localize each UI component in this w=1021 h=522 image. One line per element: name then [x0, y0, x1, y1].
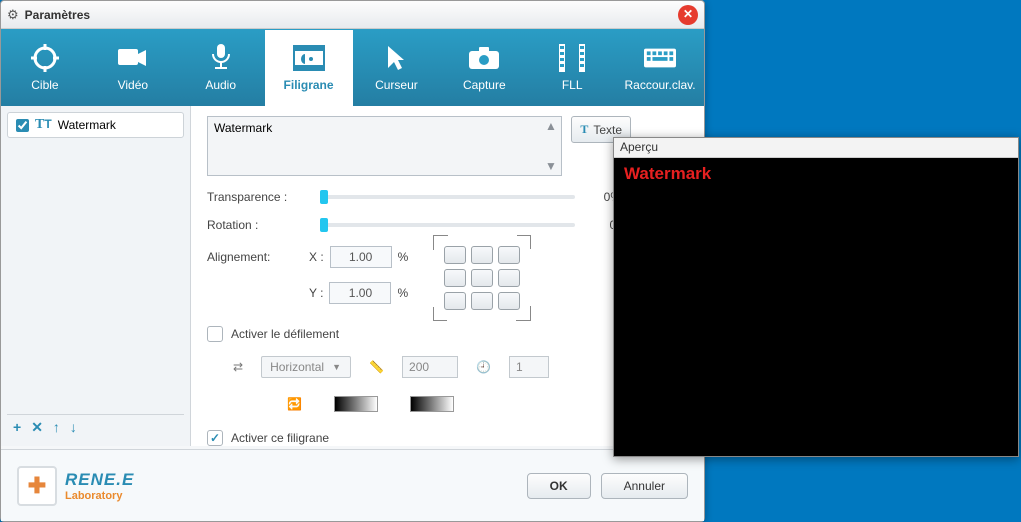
gear-icon: ⚙ [7, 7, 19, 23]
close-button[interactable]: ✕ [678, 5, 698, 25]
textarea-scroll[interactable]: ▲▼ [545, 119, 559, 173]
sidebar-item-label: Watermark [58, 118, 116, 132]
gradient-swatch [410, 396, 454, 412]
scroll-enable-checkbox[interactable] [207, 326, 223, 342]
align-mc[interactable] [471, 269, 493, 287]
watermark-text-input[interactable]: Watermark ▲▼ [207, 116, 562, 176]
direction-icon: ⇄ [233, 360, 243, 374]
align-bc[interactable] [471, 292, 493, 310]
cursor-icon [380, 44, 412, 72]
align-tl[interactable] [444, 246, 466, 264]
tab-audio[interactable]: Audio [177, 29, 265, 106]
preview-title: Aperçu [614, 138, 1018, 158]
tab-label: Cible [31, 78, 58, 92]
align-tc[interactable] [471, 246, 493, 264]
transparency-label: Transparence : [207, 190, 312, 204]
preview-body: Watermark [614, 158, 1018, 456]
width-input[interactable] [402, 356, 458, 378]
direction-combo[interactable]: Horizontal ▼ [261, 356, 351, 378]
tab-capture[interactable]: Capture [440, 29, 528, 106]
ok-button[interactable]: OK [527, 473, 591, 499]
tab-raccour[interactable]: Raccour.clav. [616, 29, 704, 106]
align-br[interactable] [498, 292, 520, 310]
text-icon: T [580, 122, 588, 137]
cancel-button[interactable]: Annuler [601, 473, 688, 499]
window-title: Paramètres [25, 8, 678, 22]
tab-label: Curseur [375, 78, 418, 92]
direction-value: Horizontal [270, 360, 324, 374]
camera-icon [468, 44, 500, 72]
text-btn-label: Texte [593, 123, 622, 137]
brand-sub: Laboratory [65, 490, 134, 502]
mic-icon [205, 44, 237, 72]
tab-fll[interactable]: FLL [528, 29, 616, 106]
watermark-icon [293, 44, 325, 72]
scroll-enable-label: Activer le défilement [231, 327, 339, 341]
gradient-swatch [334, 396, 378, 412]
brand-name: RENE.E [65, 470, 134, 490]
logo-badge-icon: ✚ [17, 466, 57, 506]
slider-thumb[interactable] [320, 190, 328, 204]
preview-window: Aperçu Watermark [613, 137, 1019, 457]
target-icon [29, 44, 61, 72]
add-button[interactable]: + [13, 419, 21, 436]
align-mr[interactable] [498, 269, 520, 287]
film-icon [556, 44, 588, 72]
alignment-grid [444, 246, 520, 310]
chevron-down-icon: ▼ [332, 362, 341, 372]
clock-icon: 🕘 [476, 360, 491, 374]
rotation-label: Rotation : [207, 218, 312, 232]
align-bl[interactable] [444, 292, 466, 310]
alignment-label: Alignement: [207, 246, 297, 264]
titlebar: ⚙ Paramètres ✕ [1, 1, 704, 29]
text-type-icon: TT [35, 117, 52, 133]
slider-thumb[interactable] [320, 218, 328, 232]
tab-curseur[interactable]: Curseur [353, 29, 441, 106]
brand-logo: ✚ RENE.E Laboratory [17, 466, 134, 506]
body: TT Watermark + ✕ ↑ ↓ Watermark ▲▼ T Text… [1, 106, 704, 446]
watermark-checkbox[interactable] [16, 119, 29, 132]
ruler-icon: 📏 [369, 360, 384, 374]
move-up-button[interactable]: ↑ [53, 419, 60, 436]
sidebar-tools: + ✕ ↑ ↓ [7, 414, 184, 440]
video-icon [117, 44, 149, 72]
align-ml[interactable] [444, 269, 466, 287]
tab-label: Audio [205, 78, 236, 92]
keyboard-icon [644, 44, 676, 72]
loop-icon: 🔁 [287, 397, 302, 411]
transparency-slider[interactable] [320, 195, 575, 199]
tab-bar: Cible Vidéo Audio Filigrane Curseur Capt… [1, 29, 704, 106]
tab-cible[interactable]: Cible [1, 29, 89, 106]
pct-label: % [398, 250, 409, 264]
tab-label: Capture [463, 78, 506, 92]
remove-button[interactable]: ✕ [31, 419, 43, 436]
watermark-text-value: Watermark [214, 121, 272, 135]
tab-filigrane[interactable]: Filigrane [265, 29, 353, 106]
time-input[interactable] [509, 356, 549, 378]
move-down-button[interactable]: ↓ [70, 419, 77, 436]
tab-label: Filigrane [284, 78, 334, 92]
tab-video[interactable]: Vidéo [89, 29, 177, 106]
sidebar: TT Watermark + ✕ ↑ ↓ [1, 106, 191, 446]
rotation-slider[interactable] [320, 223, 575, 227]
tab-label: Raccour.clav. [624, 78, 695, 92]
y-input[interactable] [329, 282, 391, 304]
pct-label: % [397, 286, 408, 300]
footer: ✚ RENE.E Laboratory OK Annuler [1, 449, 704, 521]
x-input[interactable] [330, 246, 392, 268]
activate-label: Activer ce filigrane [231, 431, 329, 445]
sidebar-item-watermark[interactable]: TT Watermark [7, 112, 184, 138]
preview-watermark-text: Watermark [624, 164, 1008, 184]
activate-checkbox[interactable] [207, 430, 223, 446]
y-label: Y : [309, 286, 323, 300]
tab-label: FLL [562, 78, 583, 92]
x-label: X : [309, 250, 324, 264]
tab-label: Vidéo [118, 78, 148, 92]
settings-window: ⚙ Paramètres ✕ Cible Vidéo Audio Filigra… [0, 0, 705, 522]
